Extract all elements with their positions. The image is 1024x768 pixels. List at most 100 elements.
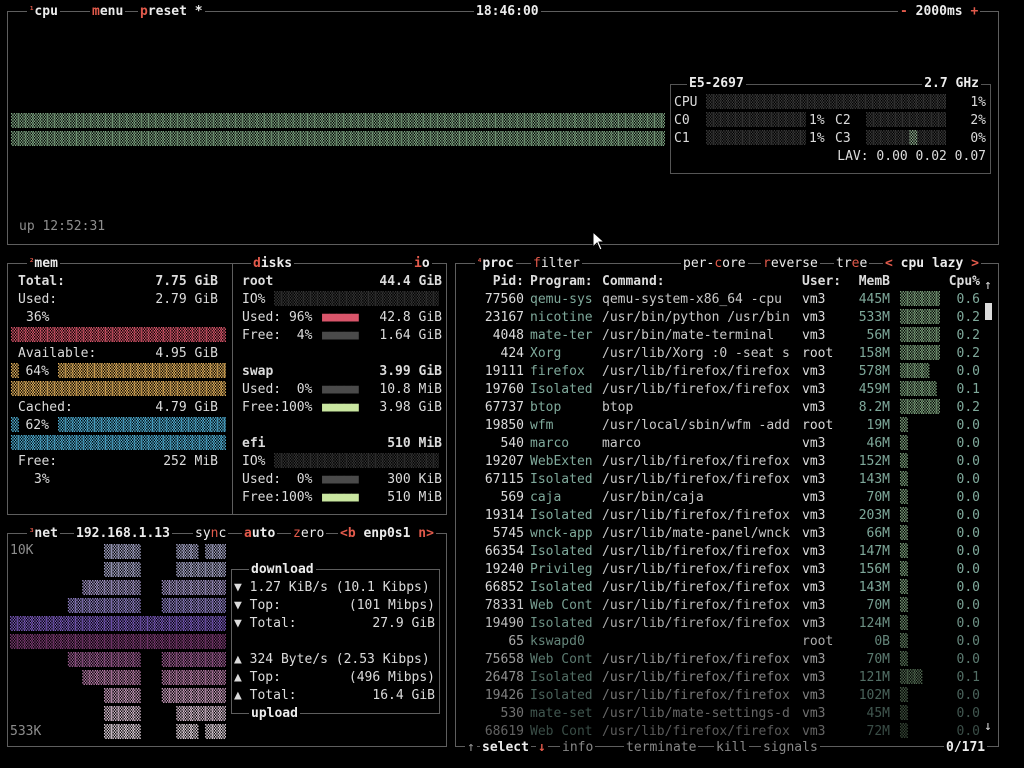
core-c3-label: C3 bbox=[835, 131, 851, 146]
select-up-icon[interactable]: ↑ bbox=[465, 739, 477, 756]
col-pid[interactable]: Pid: bbox=[456, 273, 524, 291]
table-row[interactable]: 4048 mate-ter/usr/bin/mate-terminal vm3 56M… bbox=[456, 327, 986, 345]
cell-user: vm3 bbox=[802, 400, 826, 415]
tree-toggle[interactable]: tree bbox=[834, 255, 870, 272]
cpu-total-pct: 1% bbox=[970, 95, 986, 110]
cell-cpu-graph: ▒ bbox=[900, 724, 940, 739]
cell-cpu: 0.0 bbox=[956, 526, 980, 541]
table-row[interactable]: 19207 WebExten/usr/lib/firefox/firefox vm3… bbox=[456, 453, 986, 471]
cell-cpu-graph: ▒ bbox=[900, 706, 940, 721]
table-row[interactable]: 5745 wnck-app/usr/lib/mate-panel/wnck vm3 6… bbox=[456, 525, 986, 543]
mem-cached-meter-graph: ▒▒▒▒▒▒▒▒▒▒▒▒▒▒▒▒▒▒▒▒▒▒▒▒▒▒▒▒▒▒▒▒ bbox=[11, 436, 226, 451]
cell-command: /usr/lib/firefox/firefox bbox=[602, 364, 790, 379]
cell-program: Isolated bbox=[530, 508, 593, 523]
cell-program: Isolated bbox=[530, 382, 593, 397]
cell-mem: 459M bbox=[858, 382, 890, 397]
cell-cpu: 0.2 bbox=[956, 400, 980, 415]
table-row[interactable]: 530 mate-set/usr/lib/mate-settings-d vm3 45… bbox=[456, 705, 986, 723]
cell-pid: 19207 bbox=[484, 454, 524, 469]
table-row[interactable]: 19314 Isolated/usr/lib/firefox/firefox vm3… bbox=[456, 507, 986, 525]
table-row[interactable]: 23167 nicotine/usr/bin/python /usr/bin vm3… bbox=[456, 309, 986, 327]
per-core-toggle[interactable]: per-core bbox=[681, 255, 748, 272]
cell-mem: 143M bbox=[858, 472, 890, 487]
table-row[interactable]: 65 kswapd0 root 0B 0.0 ▒ bbox=[456, 633, 986, 651]
filter-button[interactable]: filter bbox=[531, 255, 582, 272]
cpu-title[interactable]: ¹cpu bbox=[27, 3, 60, 20]
table-row[interactable]: 540 marco marco vm3 46M 0.0 ▒ bbox=[456, 435, 986, 453]
col-command[interactable]: Command: bbox=[602, 273, 802, 291]
cell-program: Isolated bbox=[530, 544, 593, 559]
kill-button[interactable]: kill bbox=[714, 739, 750, 756]
ul-top: (496 Mibps) bbox=[348, 670, 435, 685]
table-row[interactable]: 19240 Privileg/usr/lib/firefox/firefox vm3… bbox=[456, 561, 986, 579]
auto-toggle[interactable]: auto bbox=[242, 525, 278, 542]
next-iface-button[interactable]: n> bbox=[418, 526, 434, 541]
select-label: select bbox=[480, 739, 531, 756]
cell-pid: 19240 bbox=[484, 562, 524, 577]
scroll-thumb[interactable] bbox=[985, 303, 992, 320]
select-down-icon[interactable]: ↓ bbox=[536, 739, 548, 756]
table-row[interactable]: 78331 Web Cont/usr/lib/firefox/firefox vm3… bbox=[456, 597, 986, 615]
cell-cpu: 0.0 bbox=[956, 634, 980, 649]
proc-scrollbar[interactable]: ↑ ↓ bbox=[984, 277, 994, 737]
table-row[interactable]: 19111 firefox/usr/lib/firefox/firefox vm3 5… bbox=[456, 363, 986, 381]
cell-command: /usr/lib/mate-panel/wnck bbox=[602, 526, 790, 541]
cell-cpu-graph: ▒ bbox=[900, 454, 940, 469]
table-row[interactable]: 26478 Isolated/usr/lib/firefox/firefox vm3… bbox=[456, 669, 986, 687]
terminate-button[interactable]: terminate bbox=[624, 739, 699, 756]
table-row[interactable]: 66354 Isolated/usr/lib/firefox/firefox vm3… bbox=[456, 543, 986, 561]
signals-button[interactable]: signals bbox=[761, 739, 820, 756]
table-row[interactable]: 19760 Isolated/usr/lib/firefox/firefox vm3… bbox=[456, 381, 986, 399]
net-title[interactable]: ³net bbox=[27, 525, 60, 542]
cell-command: /usr/lib/firefox/firefox bbox=[602, 616, 790, 631]
disk-swap-free-value: 3.98 GiB bbox=[379, 400, 442, 415]
col-cpu[interactable]: Cpu% bbox=[942, 273, 980, 291]
ul-total: 16.4 GiB bbox=[372, 688, 435, 703]
net-iface-selector[interactable]: <b enp0s1 n> bbox=[338, 525, 436, 542]
interval-increase-button[interactable]: + bbox=[970, 4, 978, 19]
table-row[interactable]: 19426 Isolated/usr/lib/firefox/firefox vm3… bbox=[456, 687, 986, 705]
info-button[interactable]: info bbox=[560, 739, 596, 756]
cell-cpu: 0.0 bbox=[956, 688, 980, 703]
scroll-down-icon[interactable]: ↓ bbox=[984, 718, 992, 736]
cell-mem: 19M bbox=[866, 418, 890, 433]
sort-next-button[interactable]: > bbox=[971, 256, 979, 271]
cell-user: root bbox=[802, 346, 834, 361]
table-row[interactable]: 569 caja/usr/bin/caja vm3 70M 0.0 ▒ bbox=[456, 489, 986, 507]
mouse-cursor-icon bbox=[592, 231, 606, 251]
cell-cpu: 0.0 bbox=[956, 472, 980, 487]
interval-decrease-button[interactable]: - bbox=[900, 4, 908, 19]
sort-prev-button[interactable]: < bbox=[885, 256, 893, 271]
disk-efi-size: 510 MiB bbox=[387, 436, 442, 451]
table-row[interactable]: 77560 qemu-sys qemu-system-x86_64 -cpu vm3 4… bbox=[456, 291, 986, 309]
table-row[interactable]: 66852 Isolated/usr/lib/firefox/firefox vm3… bbox=[456, 579, 986, 597]
table-row[interactable]: 19850 wfm/usr/local/sbin/wfm -add root 19M 0… bbox=[456, 417, 986, 435]
reverse-toggle[interactable]: reverse bbox=[761, 255, 820, 272]
sync-toggle[interactable]: sync bbox=[193, 525, 229, 542]
proc-title[interactable]: ⁴proc bbox=[475, 255, 516, 272]
col-mem[interactable]: MemB bbox=[850, 273, 890, 291]
scroll-up-icon[interactable]: ↑ bbox=[984, 277, 992, 295]
cell-mem: 203M bbox=[858, 508, 890, 523]
table-row[interactable]: 424 Xorg/usr/lib/Xorg :0 -seat s root 158M 0… bbox=[456, 345, 986, 363]
col-program[interactable]: Program: bbox=[530, 273, 600, 291]
cell-cpu-graph: ▒▒▒▒▒▒ bbox=[900, 328, 940, 343]
sort-selector[interactable]: < cpu lazy > bbox=[883, 255, 981, 272]
table-row[interactable]: 19490 Isolated/usr/lib/firefox/firefox vm3… bbox=[456, 615, 986, 633]
menu-button[interactable]: menu bbox=[90, 3, 126, 20]
table-row[interactable]: 67115 Isolated/usr/lib/firefox/firefox vm3… bbox=[456, 471, 986, 489]
cell-cpu-graph: ▒▒▒▒ bbox=[900, 364, 940, 379]
zero-toggle[interactable]: zero bbox=[291, 525, 327, 542]
disk-root-name: root bbox=[242, 274, 274, 289]
preset-button[interactable]: preset * bbox=[138, 3, 205, 20]
disk-swap-used-meter: ■■■■■ bbox=[322, 382, 359, 397]
table-row[interactable]: 75658 Web Cont/usr/lib/firefox/firefox vm3… bbox=[456, 651, 986, 669]
col-user[interactable]: User: bbox=[802, 273, 852, 291]
cell-cpu: 0.0 bbox=[956, 508, 980, 523]
interval-control[interactable]: - 2000ms + bbox=[898, 3, 981, 20]
cpu-total-label: CPU bbox=[674, 95, 698, 110]
mem-title[interactable]: ²mem bbox=[27, 255, 60, 272]
prev-iface-button[interactable]: <b bbox=[340, 526, 356, 541]
cell-user: vm3 bbox=[802, 598, 826, 613]
table-row[interactable]: 67737 btop btop vm3 8.2M 0.2 ▒▒▒▒▒▒ bbox=[456, 399, 986, 417]
